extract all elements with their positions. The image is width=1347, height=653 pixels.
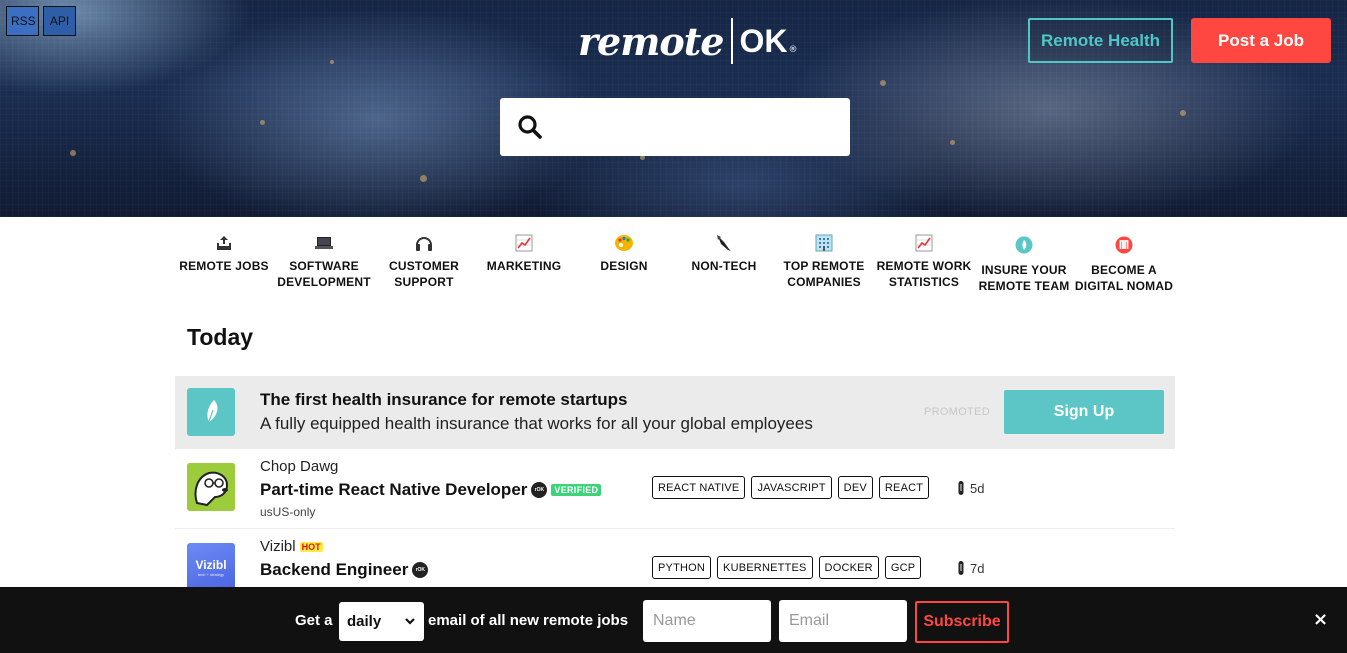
nav-marketing[interactable]: MARKETING bbox=[474, 228, 574, 294]
pen-icon bbox=[715, 228, 733, 258]
post-job-button[interactable]: Post a Job bbox=[1191, 18, 1331, 63]
nav-design[interactable]: DESIGN bbox=[574, 228, 674, 294]
nav-label: DESIGN bbox=[600, 259, 648, 273]
nav-non-tech[interactable]: NON-TECH bbox=[674, 228, 774, 294]
section-title: Today bbox=[187, 324, 254, 350]
clock-icon bbox=[958, 481, 964, 495]
job-position[interactable]: Backend Engineer rOK bbox=[260, 560, 429, 580]
hero-header: RSS API remote OK ® Remote Health Post a… bbox=[0, 0, 1347, 217]
tag[interactable]: REACT bbox=[878, 476, 930, 499]
remoteok-badge-icon: rOK bbox=[412, 562, 429, 578]
tag[interactable]: PYTHON bbox=[652, 556, 712, 579]
nav-top-remote-companies[interactable]: TOP REMOTE COMPANIES bbox=[774, 228, 874, 294]
tag[interactable]: JAVASCRIPT bbox=[751, 476, 832, 499]
nav-label: INSURE YOUR REMOTE TEAM bbox=[978, 263, 1070, 293]
logo-subtext: tech + strategy bbox=[197, 571, 225, 577]
laptop-icon bbox=[314, 228, 334, 258]
outbox-tray-icon bbox=[215, 228, 233, 258]
frequency-value: daily bbox=[347, 613, 382, 630]
nav-label: SOFTWARE DEVELOPMENT bbox=[277, 259, 371, 289]
rss-link[interactable]: RSS bbox=[6, 6, 39, 36]
palette-icon bbox=[614, 228, 634, 258]
job-age: 7d bbox=[957, 560, 984, 576]
job-row[interactable]: Chop Dawg Part-time React Native Develop… bbox=[175, 449, 1175, 529]
logo-text: Vizibl bbox=[195, 557, 227, 572]
job-tags: REACT NATIVE JAVASCRIPT DEV REACT bbox=[652, 476, 930, 499]
headphones-icon bbox=[415, 228, 433, 258]
nav-remote-jobs[interactable]: REMOTE JOBS bbox=[174, 228, 274, 294]
job-title: Part-time React Native Developer bbox=[260, 480, 528, 499]
verified-badge: VERIFIED bbox=[551, 484, 602, 496]
nav-label: REMOTE JOBS bbox=[179, 259, 269, 273]
site-logo[interactable]: remote OK ® bbox=[578, 16, 797, 66]
job-location: usUS-only bbox=[260, 505, 316, 519]
job-title: Backend Engineer bbox=[260, 560, 409, 579]
chart-up-icon bbox=[915, 228, 933, 258]
nav-label: TOP REMOTE COMPANIES bbox=[783, 259, 865, 289]
top-links: RSS API bbox=[6, 6, 76, 36]
search-input[interactable] bbox=[553, 107, 850, 147]
nav-software-development[interactable]: SOFTWARE DEVELOPMENT bbox=[274, 228, 374, 294]
remote-health-button[interactable]: Remote Health bbox=[1028, 18, 1173, 63]
nav-label: REMOTE WORK STATISTICS bbox=[876, 259, 972, 289]
nav-insure-remote-team[interactable]: INSURE YOUR REMOTE TEAM bbox=[974, 228, 1074, 294]
safetywing-logo-icon bbox=[1015, 228, 1033, 262]
feather-logo-icon bbox=[187, 388, 235, 436]
company-name[interactable]: Vizibl HOT bbox=[260, 538, 323, 555]
office-building-icon bbox=[815, 228, 833, 258]
company-name[interactable]: Chop Dawg bbox=[260, 458, 338, 475]
subscribe-suffix: email of all new remote jobs bbox=[428, 612, 629, 629]
chart-up-icon bbox=[515, 228, 533, 258]
subscribe-bar: Get a daily email of all new remote jobs… bbox=[0, 587, 1347, 653]
nav-label: MARKETING bbox=[486, 259, 562, 273]
logo-registered-mark: ® bbox=[788, 45, 798, 55]
tag[interactable]: REACT NATIVE bbox=[652, 476, 746, 499]
clock-icon bbox=[958, 561, 964, 575]
email-field[interactable]: Email bbox=[779, 600, 907, 642]
promoted-row[interactable]: The first health insurance for remote st… bbox=[175, 376, 1175, 449]
chevron-down-icon bbox=[405, 618, 415, 625]
tag[interactable]: DOCKER bbox=[818, 556, 879, 579]
nav-label: NON-TECH bbox=[691, 259, 757, 273]
nomad-logo-icon bbox=[1115, 228, 1133, 262]
search-bar[interactable] bbox=[500, 98, 850, 156]
job-position[interactable]: Part-time React Native Developer rOK VER… bbox=[260, 480, 602, 500]
logo-ok: OK bbox=[739, 22, 788, 59]
job-age: 5d bbox=[957, 480, 984, 496]
company-logo: Vizibl tech + strategy bbox=[187, 543, 235, 591]
tag[interactable]: GCP bbox=[884, 556, 922, 579]
logo-divider bbox=[731, 18, 734, 64]
tag[interactable]: DEV bbox=[837, 476, 873, 499]
promo-title: The first health insurance for remote st… bbox=[260, 390, 628, 409]
logo-word: remote bbox=[578, 18, 724, 64]
nav-customer-support[interactable]: CUSTOMER SUPPORT bbox=[374, 228, 474, 294]
promo-subtitle: A fully equipped health insurance that w… bbox=[260, 414, 813, 433]
company-logo bbox=[187, 463, 235, 511]
search-icon bbox=[518, 115, 542, 139]
job-tags: PYTHON KUBERNETTES DOCKER GCP bbox=[652, 556, 922, 579]
sign-up-button[interactable]: Sign Up bbox=[1004, 390, 1164, 434]
name-field[interactable]: Name bbox=[643, 600, 771, 642]
api-link[interactable]: API bbox=[43, 6, 76, 36]
job-age-value: 7d bbox=[970, 560, 985, 576]
nav-label: BECOME A DIGITAL NOMAD bbox=[1074, 263, 1174, 293]
promoted-label: PROMOTED bbox=[924, 406, 990, 418]
nav-remote-work-statistics[interactable]: REMOTE WORK STATISTICS bbox=[874, 228, 974, 294]
subscribe-prefix: Get a bbox=[295, 612, 333, 629]
nav-label: CUSTOMER SUPPORT bbox=[388, 259, 460, 289]
hot-badge: HOT bbox=[299, 541, 323, 552]
close-icon[interactable]: × bbox=[1313, 611, 1328, 629]
nav-digital-nomad[interactable]: BECOME A DIGITAL NOMAD bbox=[1074, 228, 1174, 294]
frequency-select[interactable]: daily bbox=[339, 602, 424, 641]
subscribe-button[interactable]: Subscribe bbox=[915, 601, 1009, 643]
remoteok-badge-icon: rOK bbox=[531, 482, 548, 498]
tag[interactable]: KUBERNETTES bbox=[717, 556, 813, 579]
job-age-value: 5d bbox=[970, 480, 985, 496]
company-name-text: Vizibl bbox=[260, 538, 296, 555]
category-nav: REMOTE JOBS SOFTWARE DEVELOPMENT CUSTOME… bbox=[174, 228, 1174, 294]
